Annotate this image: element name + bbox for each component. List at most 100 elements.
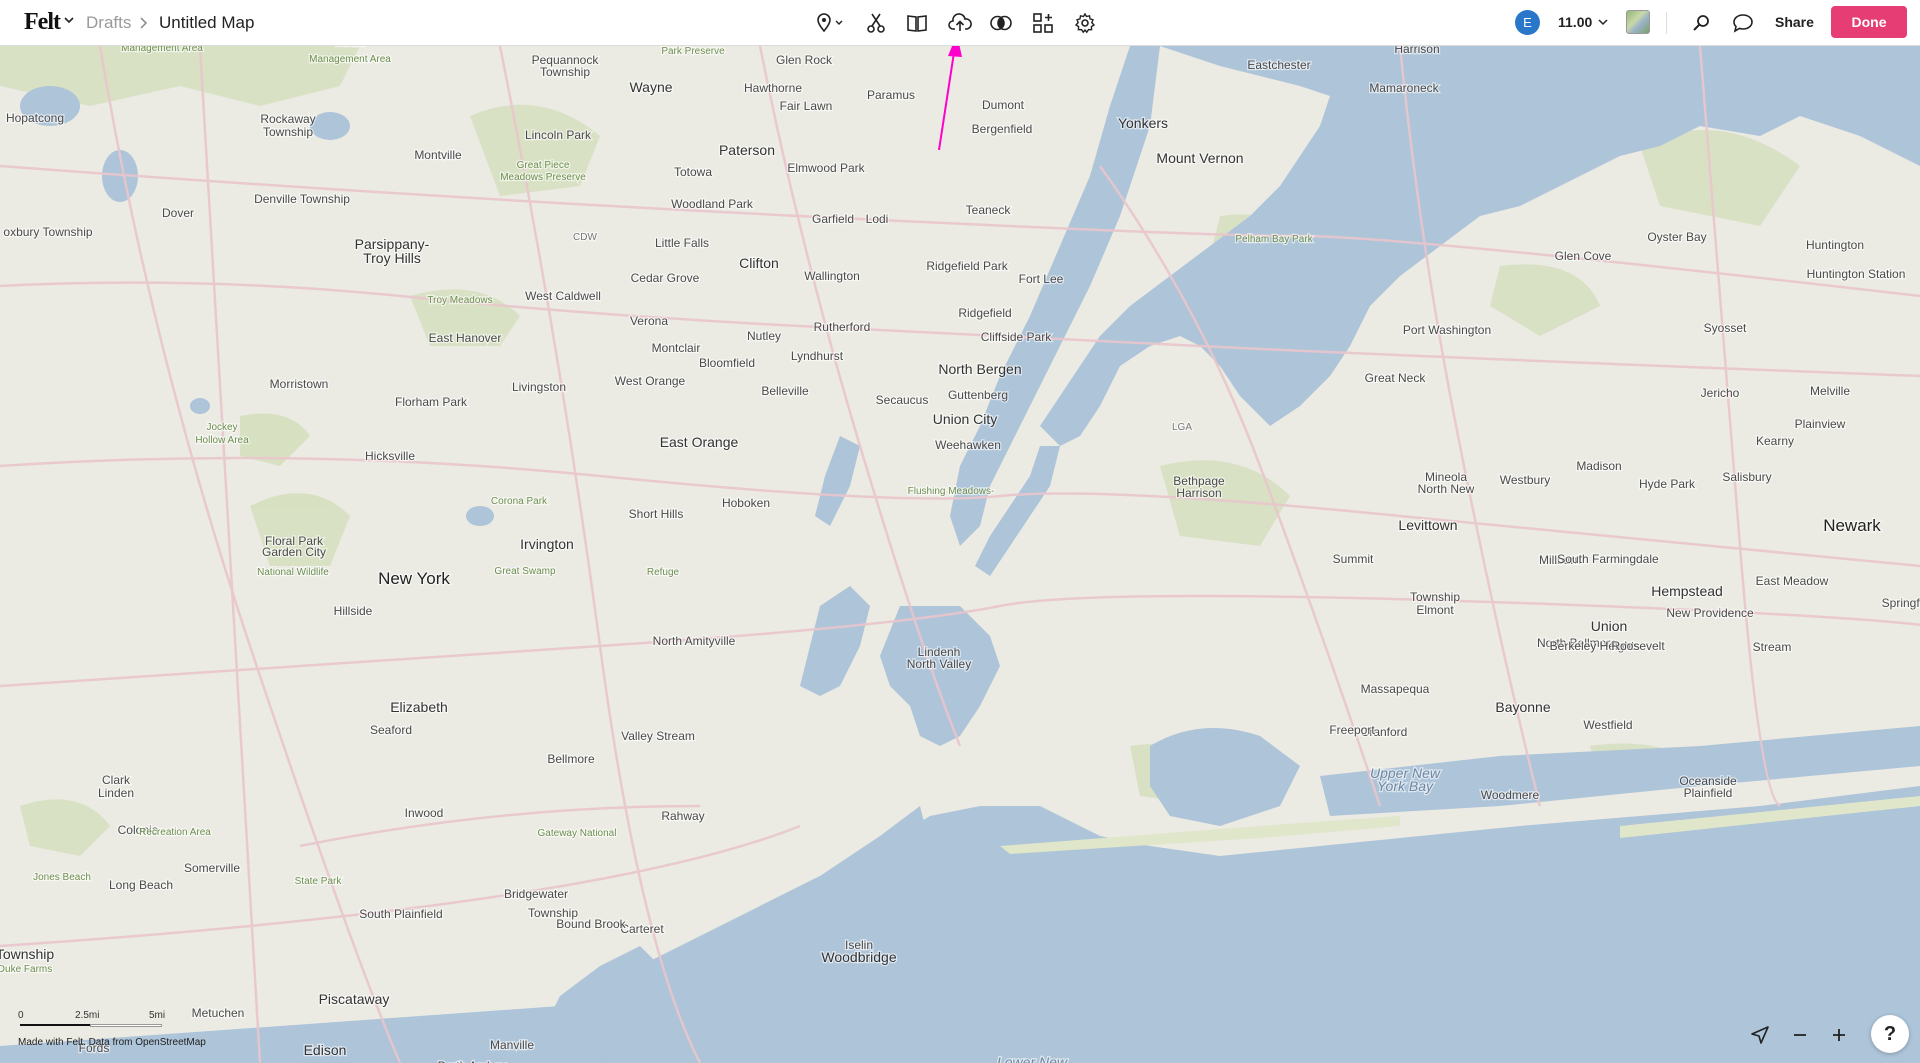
map-label-water: Lower New [997,1054,1068,1063]
map-label-place: West Orange [615,374,686,388]
map-label-town: Edison [304,1042,347,1058]
scale-tick-2-5mi: 2.5mi [75,1010,100,1021]
basemap-switcher[interactable] [1626,10,1650,34]
map-label-park: Great Swamp [494,566,556,577]
map-label-park: Recreation Area [139,827,211,838]
map-canvas[interactable]: Management Area Wildlife Management Area Pe… [0,46,1920,1063]
map-label-park: Management Area [309,54,391,65]
chevron-down-icon[interactable] [64,15,74,25]
map-label-place: Lodi [866,212,889,226]
upload-cloud-icon [948,13,972,31]
navigation-arrow-icon [1751,1026,1769,1044]
map-label-park: Flushing Meadows- [908,486,995,497]
map-label-place: Livingston [512,380,566,394]
map-label-place: Fair Lawn [780,99,833,113]
share-button[interactable]: Share [1775,14,1814,30]
minus-icon [1794,1034,1806,1036]
map-label-place: Woodmere [1481,788,1540,802]
map-label-place: Elmwood Park [787,161,865,175]
map-label-place: Kearny [1756,434,1794,448]
map-label-place: Jericho [1701,386,1740,400]
map-label-park: State Park [295,876,343,887]
locate-button[interactable] [1745,1020,1775,1050]
map-label-town: Clifton [739,255,779,271]
map-label-place: Madison [1576,459,1621,473]
scale-segment-light [90,1024,162,1027]
map-label-place: Bound Brook [556,917,626,931]
add-elements-button[interactable] [1031,11,1055,35]
map-label-place: Ridgefield [958,306,1011,320]
map-label-place: Plainview [1795,417,1846,431]
breadcrumb-drafts[interactable]: Drafts [86,13,131,33]
map-label-town: Irvington [520,536,574,552]
attribution[interactable]: Made with Felt. Data from OpenStreetMap [18,1037,206,1048]
map-label-place: South Farmingdale [1557,552,1659,566]
done-button[interactable]: Done [1831,6,1907,38]
map-label-park: Park Preserve [661,46,725,57]
toolbar-divider [1666,12,1667,34]
chevron-down-icon[interactable] [1598,17,1608,27]
scale-bar: 0 2.5mi 5mi [18,1010,178,1030]
upload-button[interactable] [948,11,972,35]
map-label-town: Mount Vernon [1156,150,1243,166]
map-label-place: Bloomfield [699,356,755,370]
map-label-place: Florham Park [395,395,468,409]
zoom-level[interactable]: 11.00 [1558,14,1592,30]
map-label-place: North Amityville [653,634,736,648]
map-label-place: Huntington Station [1807,267,1906,281]
comments-button[interactable] [1731,11,1755,35]
felt-logo[interactable]: Felt [24,9,61,36]
map-label-town: Yonkers [1118,115,1168,131]
settings-button[interactable] [1073,11,1097,35]
map-label-place: Paramus [867,88,915,102]
map-label-place: Manville [490,1038,534,1052]
map-label-town: Elizabeth [390,699,448,715]
map-label-place: Westbury [1500,473,1550,487]
add-elements-icon [1033,13,1053,33]
zoom-in-button[interactable] [1824,1020,1854,1050]
map-label-place: Inwood [405,806,444,820]
pin-tool-button[interactable] [815,11,851,35]
help-button[interactable]: ? [1871,1015,1909,1053]
map-label-place: Fort Lee [1019,272,1064,286]
chevron-right-icon [140,17,148,29]
search-button[interactable] [1689,11,1713,35]
map-label-place: Eastchester [1247,58,1310,72]
user-avatar[interactable]: E [1515,10,1540,35]
map-label-place: Seaford [370,723,412,737]
map-label-town: Township [0,946,54,962]
map-label-town: Levittown [1398,517,1457,533]
map-label-place: Little Falls [655,236,709,250]
search-icon [1693,15,1709,31]
map-label-place: Melville [1810,384,1850,398]
scale-segment-dark [20,1024,90,1026]
map-label-place: Long Beach [109,878,173,892]
map-label-place: Montclair [652,341,701,355]
layers-compare-button[interactable] [989,11,1013,35]
map-label-town: Woodbridge [821,949,896,965]
map-label-place: Woodland Park [671,197,754,211]
map-label-place: Hicksville [365,449,415,463]
map-label-park: Wildlife [334,46,367,49]
map-label-town: Piscataway [319,991,390,1007]
map-label-place: Cedar Grove [631,271,700,285]
map-label-place: Springfield [1882,596,1920,610]
map-label-place: Massapequa [1361,682,1430,696]
map-title[interactable]: Untitled Map [159,13,254,33]
map-label-place: Glen Rock [776,53,833,67]
map-label-water: York Bay [1377,778,1434,794]
map-label-place: East Meadow [1756,574,1829,588]
cut-tool-button[interactable] [864,11,888,35]
map-label-place: Dover [162,206,194,220]
map-label-place: Wallington [804,269,860,283]
map-label-place: Perth Amboy [438,1059,507,1063]
map-label-place: Nutley [747,329,781,343]
zoom-out-button[interactable] [1785,1020,1815,1050]
map-label-place: Hyde Park [1639,477,1696,491]
library-button[interactable] [905,11,929,35]
map-label-place: Hawthorne [744,81,802,95]
map-label-place: Metuchen [192,1006,245,1020]
map-label-place: Summit [1333,552,1374,566]
map-label-place: Great Neck [1365,371,1427,385]
map-label-place: Garden City [262,545,326,559]
